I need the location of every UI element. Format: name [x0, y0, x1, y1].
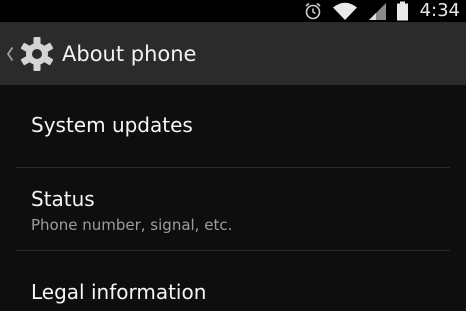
action-bar: About phone	[0, 22, 466, 85]
clock-time: 4:34	[419, 0, 460, 21]
list-item-legal-information[interactable]: Legal information	[0, 251, 466, 311]
settings-list: System updates Status Phone number, sign…	[0, 85, 466, 311]
settings-gear-icon[interactable]	[19, 36, 55, 72]
list-item-status[interactable]: Status Phone number, signal, etc.	[0, 168, 466, 251]
signal-icon	[367, 1, 387, 21]
list-item-title: Status	[31, 187, 95, 211]
list-item-summary: Phone number, signal, etc.	[31, 216, 233, 234]
alarm-icon	[303, 1, 323, 21]
page-title: About phone	[62, 41, 197, 66]
list-item-title: System updates	[31, 113, 193, 137]
status-bar: 4:34	[0, 0, 466, 22]
android-settings-screen: 4:34 About phone System updates Status P…	[0, 0, 466, 311]
up-caret-icon[interactable]	[3, 46, 17, 62]
status-icons: 4:34	[303, 0, 460, 22]
battery-icon	[396, 1, 409, 21]
wifi-icon	[332, 1, 358, 21]
list-item-system-updates[interactable]: System updates	[0, 85, 466, 168]
list-item-title: Legal information	[31, 280, 207, 304]
